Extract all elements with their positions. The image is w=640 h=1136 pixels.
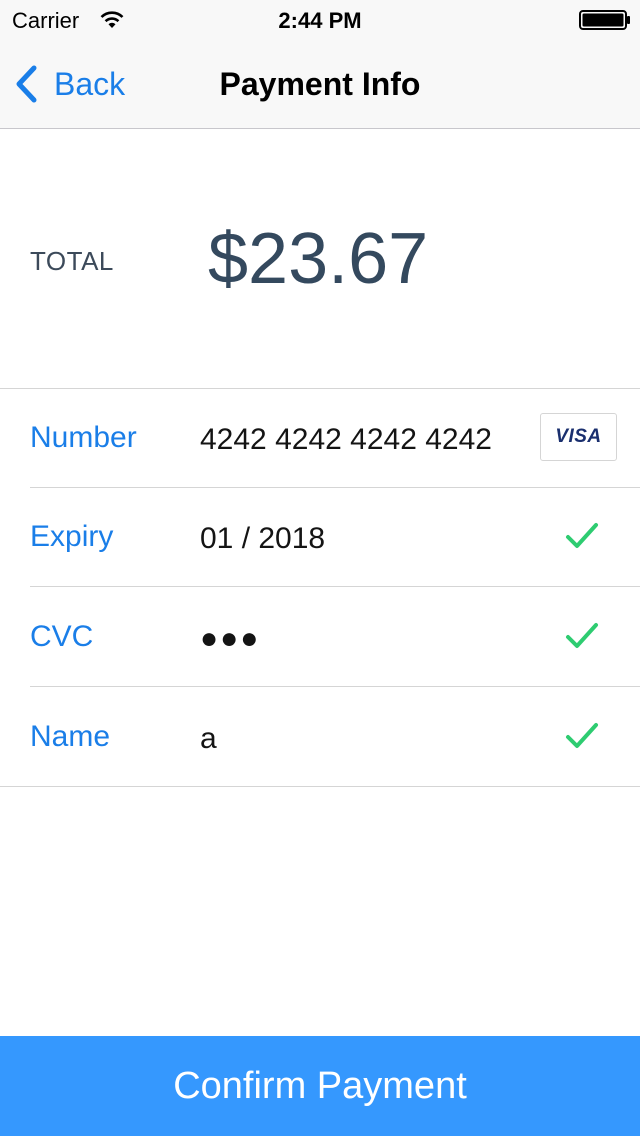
expiry-label: Expiry	[30, 520, 114, 553]
card-number-field[interactable]: 4242 4242 4242 4242	[200, 421, 492, 459]
status-bar: Carrier 2:44 PM	[0, 0, 640, 40]
row-divider	[30, 686, 640, 687]
check-icon	[566, 623, 598, 648]
cvc-row[interactable]: CVC ●●●	[0, 588, 640, 687]
check-icon	[566, 523, 598, 548]
card-number-label: Number	[30, 421, 137, 454]
row-divider	[0, 786, 640, 787]
visa-logo-text: VISA	[555, 426, 602, 447]
total-label: TOTAL	[30, 246, 114, 276]
confirm-payment-button[interactable]: Confirm Payment	[0, 1036, 640, 1136]
check-icon	[566, 723, 598, 748]
cvc-label: CVC	[30, 620, 94, 653]
navigation-bar: Back Payment Info	[0, 40, 640, 129]
visa-card-icon: VISA	[540, 413, 617, 461]
total-section: TOTAL $23.67	[0, 129, 640, 389]
total-amount: $23.67	[208, 219, 429, 299]
card-number-row[interactable]: Number 4242 4242 4242 4242 VISA	[0, 389, 640, 488]
name-label: Name	[30, 720, 111, 753]
name-field[interactable]: a	[200, 720, 217, 758]
expiry-row[interactable]: Expiry 01 / 2018	[0, 488, 640, 587]
battery-icon	[579, 10, 630, 30]
name-row[interactable]: Name a	[0, 688, 640, 787]
cvc-field[interactable]: ●●●	[200, 620, 260, 658]
expiry-field[interactable]: 01 / 2018	[200, 520, 325, 558]
page-title: Payment Info	[219, 66, 421, 102]
row-divider	[30, 586, 640, 587]
status-time: 2:44 PM	[278, 8, 362, 33]
